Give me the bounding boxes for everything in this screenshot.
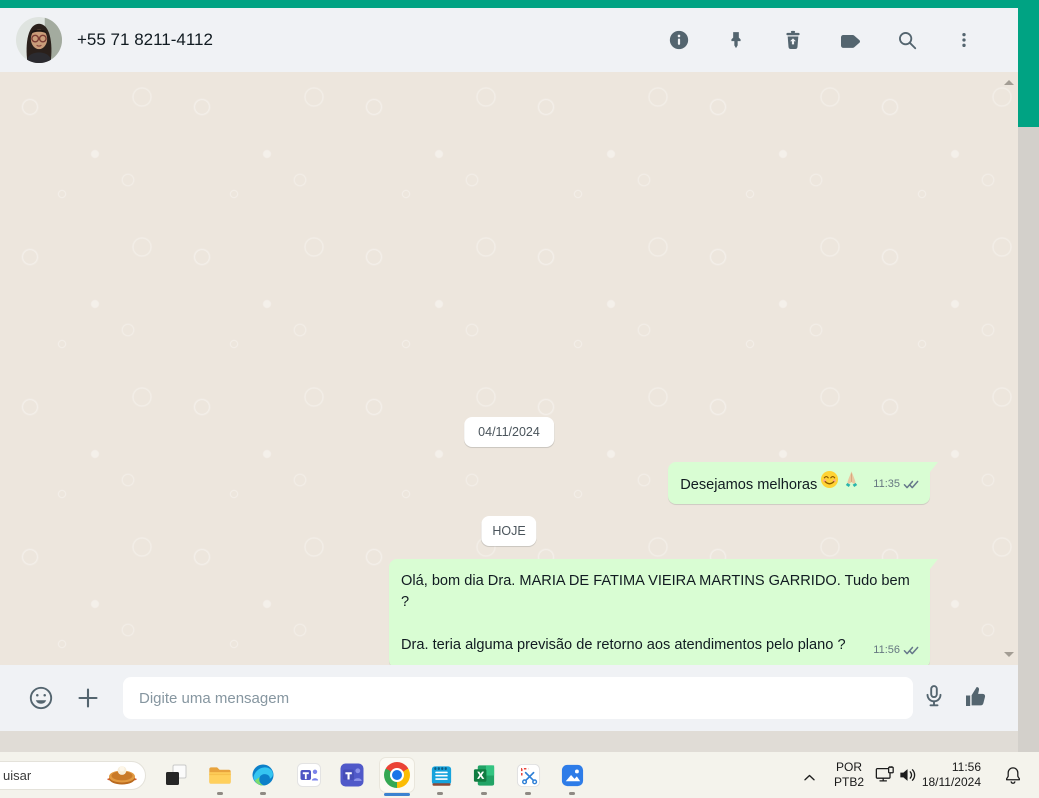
contact-phone-title[interactable]: +55 71 8211-4112	[77, 30, 213, 50]
running-indicator	[569, 792, 575, 795]
taskbar-search[interactable]: uisar	[0, 761, 146, 790]
task-view-icon[interactable]	[163, 762, 189, 788]
double-check-icon	[903, 480, 919, 489]
plus-icon[interactable]	[76, 686, 100, 715]
background-window-gray	[1018, 127, 1039, 752]
tray-time: 11:56	[951, 760, 981, 774]
avatar[interactable]	[16, 17, 62, 63]
message-time: 11:35	[873, 478, 900, 490]
double-check-icon	[903, 646, 919, 655]
screen: +55 71 8211-4112 04/11/2024 Desejamos me…	[0, 0, 1039, 798]
snipping-tool-icon[interactable]	[515, 762, 541, 788]
whatsapp-window: +55 71 8211-4112 04/11/2024 Desejamos me…	[0, 8, 1018, 731]
bell-icon[interactable]	[1003, 765, 1023, 790]
pumpkin-pie-icon	[105, 760, 139, 791]
message-meta: 11:35	[873, 474, 920, 496]
mic-icon[interactable]	[922, 683, 946, 714]
teams-icon[interactable]	[296, 762, 322, 788]
running-indicator	[260, 792, 266, 795]
file-explorer-icon[interactable]	[207, 762, 233, 788]
thumbs-up-icon[interactable]	[963, 684, 989, 715]
outgoing-message[interactable]: Desejamos melhoras 11:35	[668, 462, 938, 504]
outgoing-message[interactable]: Olá, bom dia Dra. MARIA DE FATIMA VIEIRA…	[389, 559, 938, 668]
folded-hands-emoji	[842, 470, 861, 496]
message-line-2: Dra. teria alguma previsão de retorno ao…	[401, 637, 846, 653]
message-text: Desejamos melhoras	[680, 477, 818, 493]
trash-icon[interactable]	[781, 28, 805, 52]
running-indicator	[525, 792, 531, 795]
notepad-icon[interactable]	[428, 762, 454, 788]
composer-bar	[0, 665, 1018, 731]
active-app-indicator	[384, 793, 410, 796]
message-time: 11:56	[873, 644, 900, 656]
network-icon[interactable]	[874, 765, 896, 790]
date-chip-today: HOJE	[481, 516, 537, 546]
message-line-1: Olá, bom dia Dra. MARIA DE FATIMA VIEIRA…	[401, 573, 910, 610]
chat-area: 04/11/2024 Desejamos melhoras 11:35 HOJE…	[0, 72, 1018, 668]
running-indicator	[217, 792, 223, 795]
excel-icon[interactable]	[471, 762, 497, 788]
label-icon[interactable]	[838, 28, 862, 52]
running-indicator	[437, 792, 443, 795]
info-icon[interactable]	[667, 28, 691, 52]
pin-icon[interactable]	[724, 28, 748, 52]
chat-header: +55 71 8211-4112	[0, 8, 1018, 72]
running-indicator	[481, 792, 487, 795]
tray-date: 18/11/2024	[921, 775, 981, 789]
background-window-green	[1018, 0, 1039, 127]
date-chip: 04/11/2024	[464, 417, 554, 447]
desktop-strip	[0, 731, 1018, 752]
chevron-up-icon[interactable]	[803, 769, 816, 787]
message-meta: 11:56	[873, 640, 920, 662]
photos-icon[interactable]	[559, 762, 585, 788]
taskbar: uisar POR PTB2 11:56 18/11/2024	[0, 752, 1039, 798]
edge-icon[interactable]	[250, 762, 276, 788]
contact-photo	[16, 17, 62, 63]
keyboard-layout: PTB2	[833, 775, 864, 789]
emoji-icon[interactable]	[28, 685, 54, 716]
language-indicator[interactable]: POR PTB2	[828, 760, 870, 790]
search-icon[interactable]	[895, 28, 919, 52]
teams-2-icon[interactable]	[339, 762, 365, 788]
chrome-icon[interactable]	[384, 762, 410, 788]
search-text: uisar	[3, 768, 32, 783]
scroll-down-arrow[interactable]	[1004, 652, 1014, 657]
menu-icon[interactable]	[952, 28, 976, 52]
message-input[interactable]	[123, 677, 913, 719]
language-code: POR	[835, 760, 862, 774]
smiling-face-emoji	[820, 470, 839, 496]
scroll-up-arrow[interactable]	[1004, 80, 1014, 85]
window-accent-strip	[0, 0, 1039, 8]
clock[interactable]: 11:56 18/11/2024	[903, 760, 981, 790]
header-icons	[667, 28, 976, 52]
